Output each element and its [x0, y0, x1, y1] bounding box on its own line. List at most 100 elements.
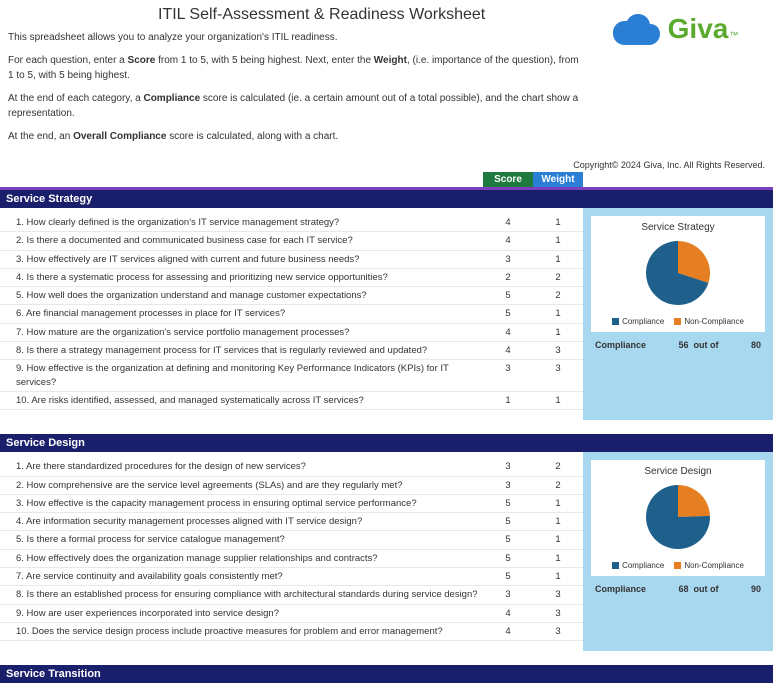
legend-noncompliance: Non-Compliance [674, 317, 744, 326]
question-row: 10. Are risks identified, assessed, and … [0, 392, 583, 410]
question-row: 7. How mature are the organization's ser… [0, 324, 583, 342]
spacer [0, 172, 483, 187]
score-cell[interactable]: 3 [483, 253, 533, 266]
t: Weight [374, 55, 407, 66]
logo: Giva ™ [585, 12, 765, 46]
question-row: 4. Is there a systematic process for ass… [0, 269, 583, 287]
question-row: 4. Are information security management p… [0, 513, 583, 531]
comp-word: Compliance [595, 340, 646, 350]
weight-cell[interactable]: 1 [533, 515, 583, 528]
weight-cell[interactable]: 1 [533, 497, 583, 510]
pie-wrap [595, 237, 761, 309]
score-cell[interactable]: 2 [483, 271, 533, 284]
question-text: 9. How are user experiences incorporated… [0, 607, 483, 620]
score-cell[interactable]: 5 [483, 570, 533, 583]
pie-chart [638, 481, 718, 553]
cloud-icon [612, 12, 662, 46]
score-cell[interactable]: 5 [483, 515, 533, 528]
weight-cell[interactable]: 1 [533, 307, 583, 320]
weight-cell[interactable]: 3 [533, 607, 583, 620]
weight-header: Weight [533, 172, 583, 187]
score-cell[interactable]: 4 [483, 607, 533, 620]
category-body: 1. Are there standardized procedures for… [0, 452, 773, 651]
t: from 1 to 5, with 5 being highest. Next,… [155, 55, 373, 66]
weight-cell[interactable]: 3 [533, 625, 583, 638]
comp-total: 80 [751, 340, 761, 350]
score-cell[interactable]: 4 [483, 625, 533, 638]
score-cell[interactable]: 5 [483, 289, 533, 302]
score-cell[interactable]: 4 [483, 344, 533, 357]
question-row: 5. Is there a formal process for service… [0, 531, 583, 549]
weight-cell[interactable]: 2 [533, 460, 583, 473]
weight-cell[interactable]: 1 [533, 394, 583, 407]
question-row: 10. Does the service design process incl… [0, 623, 583, 641]
category-header: Service Strategy [0, 187, 773, 208]
score-header: Score [483, 172, 533, 187]
question-text: 10. Does the service design process incl… [0, 625, 483, 638]
score-cell[interactable]: 4 [483, 216, 533, 229]
weight-cell[interactable]: 2 [533, 271, 583, 284]
weight-cell[interactable]: 3 [533, 344, 583, 357]
swatch [674, 318, 681, 325]
weight-cell[interactable]: 1 [533, 326, 583, 339]
score-cell[interactable]: 3 [483, 460, 533, 473]
score-cell[interactable]: 4 [483, 234, 533, 247]
chart-title: Service Strategy [595, 222, 761, 233]
score-cell[interactable]: 5 [483, 552, 533, 565]
score-cell[interactable]: 1 [483, 394, 533, 407]
weight-cell[interactable]: 3 [533, 362, 583, 389]
question-row: 1. Are there standardized procedures for… [0, 458, 583, 476]
question-text: 7. How mature are the organization's ser… [0, 326, 483, 339]
score-cell[interactable]: 5 [483, 497, 533, 510]
weight-cell[interactable]: 2 [533, 289, 583, 302]
weight-cell[interactable]: 1 [533, 533, 583, 546]
weight-cell[interactable]: 1 [533, 570, 583, 583]
score-cell[interactable]: 5 [483, 533, 533, 546]
score-cell[interactable]: 4 [483, 326, 533, 339]
question-text: 4. Is there a systematic process for ass… [0, 271, 483, 284]
t: At the end of each category, a [8, 93, 143, 104]
question-column: 1. How clearly defined is the organizati… [0, 208, 583, 420]
t: Compliance [143, 93, 200, 104]
comp-total: 90 [751, 584, 761, 594]
outof: out of [694, 584, 719, 594]
question-text: 1. How clearly defined is the organizati… [0, 216, 483, 229]
score-cell[interactable]: 3 [483, 362, 533, 389]
weight-cell[interactable]: 1 [533, 552, 583, 565]
score-cell[interactable]: 5 [483, 307, 533, 320]
question-text: 8. Is there a strategy management proces… [0, 344, 483, 357]
t: For each question, enter a [8, 55, 128, 66]
intro-line-4: At the end, an Overall Compliance score … [8, 129, 585, 144]
legend-label: Non-Compliance [684, 561, 744, 570]
outof: out of [694, 340, 719, 350]
side-panel: Service Design Compliance Non-Compliance… [583, 452, 773, 651]
legend: Compliance Non-Compliance [595, 561, 761, 570]
question-text: 9. How effective is the organization at … [0, 362, 483, 389]
question-text: 4. Are information security management p… [0, 515, 483, 528]
weight-cell[interactable]: 1 [533, 234, 583, 247]
weight-cell[interactable]: 3 [533, 588, 583, 601]
question-text: 8. Is there an established process for e… [0, 588, 483, 601]
weight-cell[interactable]: 2 [533, 479, 583, 492]
question-text: 2. How comprehensive are the service lev… [0, 479, 483, 492]
intro-line-3: At the end of each category, a Complianc… [8, 91, 585, 121]
legend-label: Non-Compliance [684, 317, 744, 326]
logo-text: Giva [668, 13, 729, 45]
logo-area: Giva ™ [585, 6, 765, 152]
score-cell[interactable]: 3 [483, 479, 533, 492]
weight-cell[interactable]: 1 [533, 216, 583, 229]
chart-card: Service Design Compliance Non-Compliance [591, 460, 765, 576]
question-row: 8. Is there an established process for e… [0, 586, 583, 604]
legend-compliance: Compliance [612, 561, 664, 570]
intro-line-2: For each question, enter a Score from 1 … [8, 53, 585, 83]
question-row: 3. How effectively are IT services align… [0, 251, 583, 269]
header: ITIL Self-Assessment & Readiness Workshe… [0, 0, 773, 156]
column-headers: Score Weight [0, 172, 773, 187]
score-cell[interactable]: 3 [483, 588, 533, 601]
side-panel: Service Strategy Compliance Non-Complian… [583, 208, 773, 420]
question-row: 1. How clearly defined is the organizati… [0, 214, 583, 232]
chart-card: Service Strategy Compliance Non-Complian… [591, 216, 765, 332]
question-row: 8. Is there a strategy management proces… [0, 342, 583, 360]
question-row: 6. How effectively does the organization… [0, 550, 583, 568]
weight-cell[interactable]: 1 [533, 253, 583, 266]
